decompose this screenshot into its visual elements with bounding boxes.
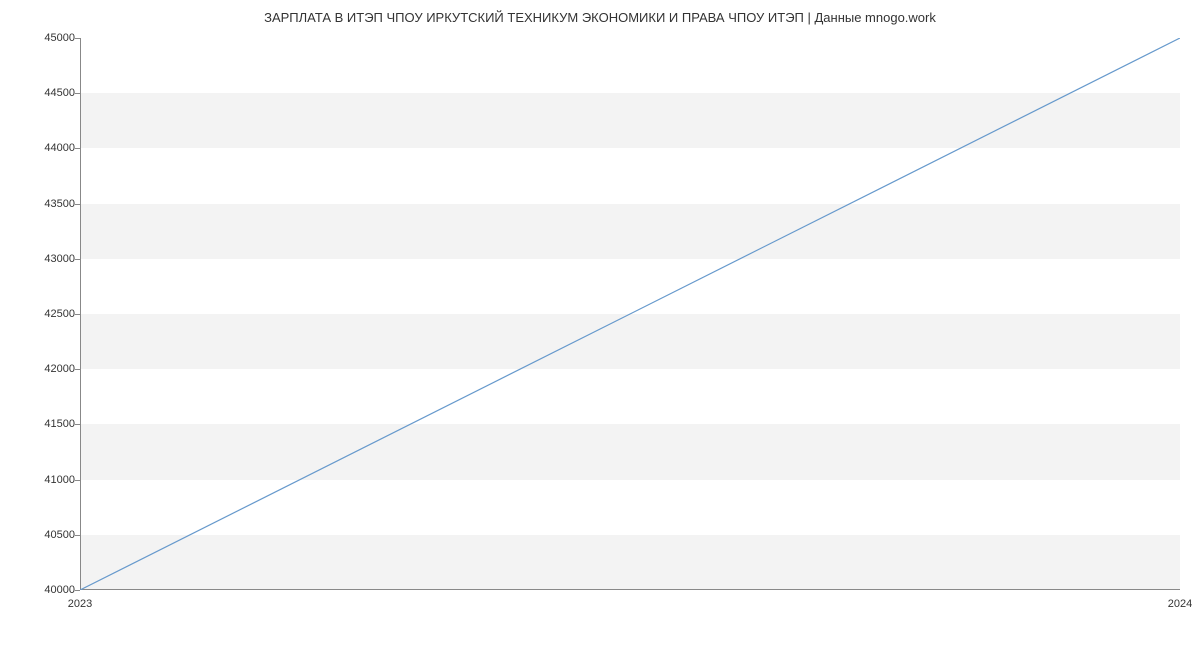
y-tick (75, 480, 80, 481)
y-tick (75, 369, 80, 370)
y-tick (75, 535, 80, 536)
y-tick-label: 40500 (35, 529, 75, 541)
y-tick-label: 43500 (35, 198, 75, 210)
chart-title: ЗАРПЛАТА В ИТЭП ЧПОУ ИРКУТСКИЙ ТЕХНИКУМ … (0, 0, 1200, 25)
y-tick-label: 40000 (35, 584, 75, 596)
plot-area: 4000040500410004150042000425004300043500… (80, 38, 1180, 590)
y-tick (75, 259, 80, 260)
chart-container: ЗАРПЛАТА В ИТЭП ЧПОУ ИРКУТСКИЙ ТЕХНИКУМ … (0, 0, 1200, 650)
y-tick-label: 44000 (35, 142, 75, 154)
y-tick-label: 45000 (35, 32, 75, 44)
y-tick-label: 42500 (35, 308, 75, 320)
y-tick (75, 204, 80, 205)
y-tick (75, 148, 80, 149)
y-tick (75, 590, 80, 591)
y-tick (75, 93, 80, 94)
y-tick-label: 41000 (35, 474, 75, 486)
y-tick-label: 44500 (35, 87, 75, 99)
line-series (80, 38, 1180, 590)
y-tick-label: 41500 (35, 418, 75, 430)
y-tick-label: 42000 (35, 363, 75, 375)
y-tick-label: 43000 (35, 253, 75, 265)
y-tick (75, 424, 80, 425)
y-tick (75, 38, 80, 39)
x-tick-label: 2024 (1168, 598, 1192, 610)
x-tick-label: 2023 (68, 598, 92, 610)
y-tick (75, 314, 80, 315)
